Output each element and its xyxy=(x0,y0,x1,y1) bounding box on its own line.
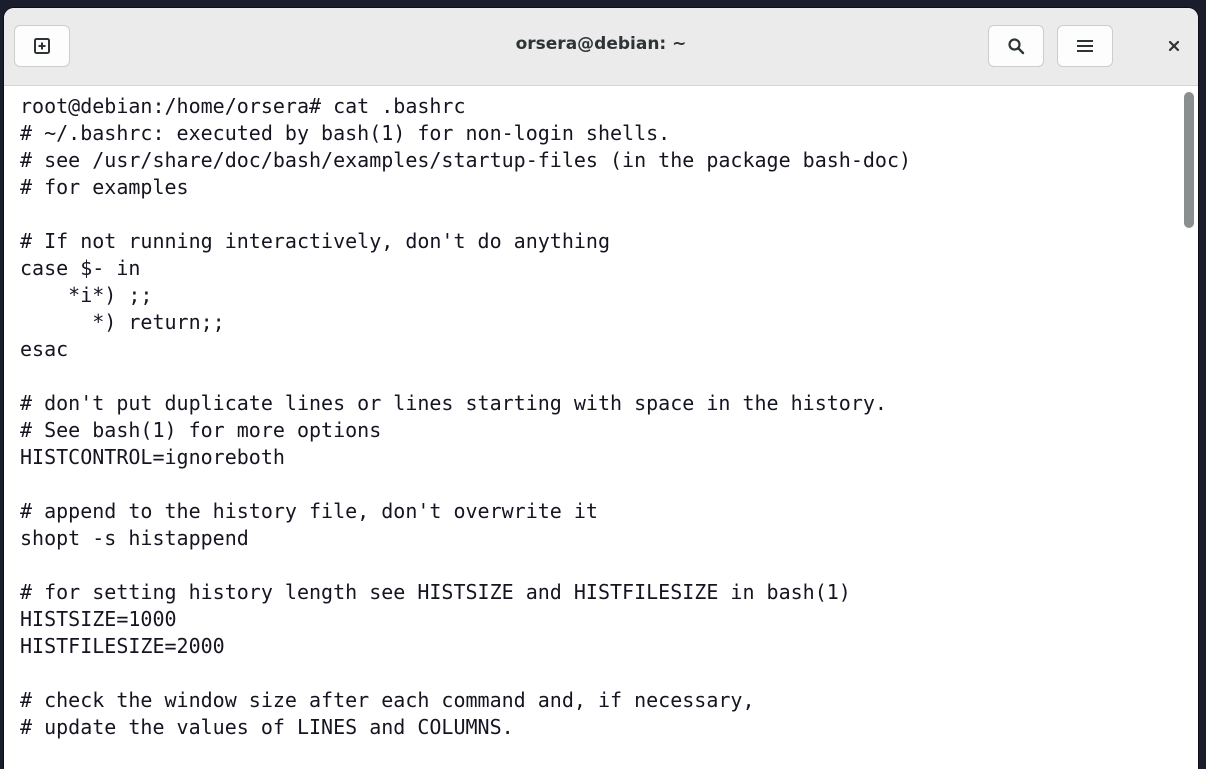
header-bar: orsera@debian: ~ xyxy=(4,8,1198,86)
terminal-line: *) return;; xyxy=(20,310,225,334)
terminal-line: *i*) ;; xyxy=(20,283,153,307)
scrollbar[interactable] xyxy=(1182,86,1198,769)
terminal-line: # check the window size after each comma… xyxy=(20,688,755,712)
search-button[interactable] xyxy=(988,25,1044,67)
terminal-line: # for setting history length see HISTSIZ… xyxy=(20,580,851,604)
close-button[interactable] xyxy=(1154,25,1194,67)
terminal-line: case $- in xyxy=(20,256,141,280)
terminal-line: # don't put duplicate lines or lines sta… xyxy=(20,391,887,415)
terminal-line: # append to the history file, don't over… xyxy=(20,499,598,523)
terminal-window: orsera@debian: ~ root@debian:/home/orser… xyxy=(4,8,1198,769)
menu-button[interactable] xyxy=(1057,25,1113,67)
new-tab-button[interactable] xyxy=(14,25,70,67)
terminal-line: esac xyxy=(20,337,69,361)
terminal-line: # update the values of LINES and COLUMNS… xyxy=(20,715,514,739)
terminal-line: shopt -s histappend xyxy=(20,526,249,550)
terminal-line: # ~/.bashrc: executed by bash(1) for non… xyxy=(20,121,671,145)
scrollbar-thumb[interactable] xyxy=(1184,92,1194,228)
search-icon xyxy=(1008,38,1025,55)
menu-icon xyxy=(1077,40,1093,52)
new-tab-icon xyxy=(34,38,50,54)
close-icon xyxy=(1168,40,1180,52)
terminal-line: # for examples xyxy=(20,175,189,199)
terminal-output[interactable]: root@debian:/home/orsera# cat .bashrc # ~… xyxy=(4,86,1182,769)
terminal-line: root@debian:/home/orsera# cat .bashrc xyxy=(20,94,466,118)
terminal-line: HISTFILESIZE=2000 xyxy=(20,634,225,658)
terminal-line: HISTCONTROL=ignoreboth xyxy=(20,445,285,469)
terminal-line: # See bash(1) for more options xyxy=(20,418,382,442)
terminal-line: # If not running interactively, don't do… xyxy=(20,229,611,253)
terminal-line: # see /usr/share/doc/bash/examples/start… xyxy=(20,148,912,172)
terminal-line: HISTSIZE=1000 xyxy=(20,607,177,631)
